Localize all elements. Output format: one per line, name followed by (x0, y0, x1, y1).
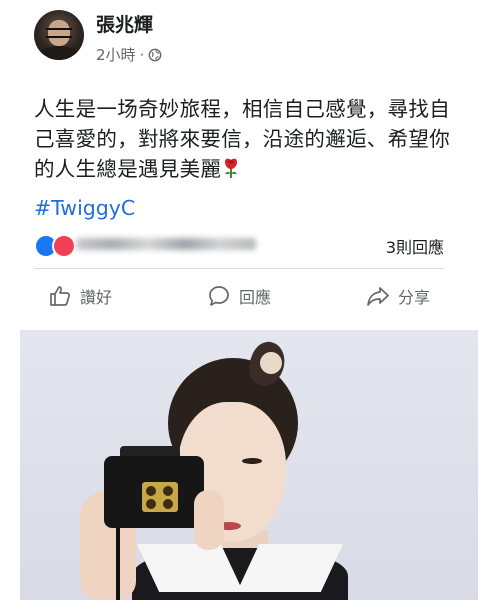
share-button[interactable]: 分享 (352, 280, 444, 312)
post-meta: 2小時 · (96, 44, 162, 65)
post-header: 張兆輝 2小時 · (0, 0, 478, 78)
like-button[interactable]: 讚好 (34, 280, 126, 312)
hashtag-link[interactable]: #TwiggyC (34, 196, 135, 220)
comment-label: 回應 (238, 288, 271, 307)
blurred-reactors (76, 238, 256, 250)
thumbs-up-icon (50, 286, 70, 306)
photo-camera-strap (116, 526, 120, 600)
globe-icon (148, 48, 162, 61)
author-name[interactable]: 張兆輝 (96, 10, 153, 37)
action-bar: 讚好 回應 分享 (34, 276, 444, 316)
comment-button[interactable]: 回應 (193, 280, 285, 312)
share-label: 分享 (397, 288, 430, 307)
post-photo[interactable] (20, 330, 478, 600)
divider (34, 268, 444, 269)
photo-camera-lens (142, 482, 178, 512)
share-icon (367, 287, 389, 306)
comment-count[interactable]: 3則回應 (386, 234, 444, 258)
post-text: 人生是一场奇妙旅程，相信自己感覺，尋找自己喜愛的，對將來要信，沿途的邂逅、希望你… (34, 97, 450, 181)
post-body: 人生是一场奇妙旅程，相信自己感覺，尋找自己喜愛的，對將來要信，沿途的邂逅、希望你… (34, 94, 454, 184)
comment-icon (209, 286, 229, 306)
rose-icon (225, 158, 238, 178)
meta-separator: · (139, 45, 145, 64)
avatar[interactable] (34, 10, 84, 60)
love-icon (52, 234, 76, 258)
photo-fingers (194, 490, 224, 550)
post-time[interactable]: 2小時 (96, 44, 136, 65)
reaction-bar[interactable]: 3則回應 (34, 232, 444, 258)
photo-eye (242, 458, 262, 464)
reaction-icons[interactable] (34, 234, 76, 258)
like-label: 讚好 (80, 288, 113, 307)
